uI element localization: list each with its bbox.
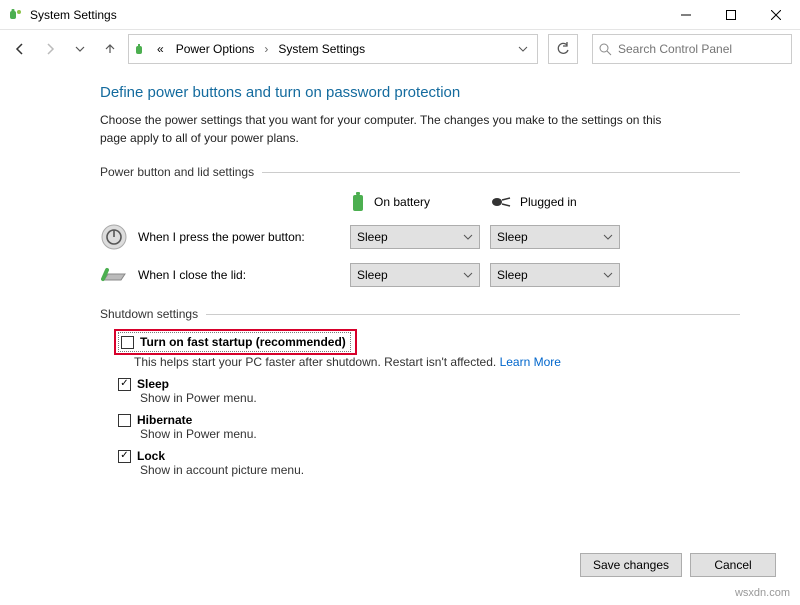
fast-startup-highlight: Turn on fast startup (recommended) <box>114 329 357 355</box>
section-power-lid: Power button and lid settings <box>100 165 740 179</box>
save-changes-button[interactable]: Save changes <box>580 553 682 577</box>
app-icon <box>8 7 24 23</box>
sleep-label: Sleep <box>137 377 169 391</box>
chevron-right-icon: › <box>262 42 270 56</box>
lock-label: Lock <box>137 449 165 463</box>
select-lid-battery[interactable]: Sleep <box>350 263 480 287</box>
fast-startup-label: Turn on fast startup (recommended) <box>140 335 346 349</box>
maximize-button[interactable] <box>708 0 753 30</box>
select-lid-plugged[interactable]: Sleep <box>490 263 620 287</box>
select-power-button-battery[interactable]: Sleep <box>350 225 480 249</box>
lid-icon <box>100 261 128 289</box>
minimize-button[interactable] <box>663 0 708 30</box>
refresh-button[interactable] <box>548 34 578 64</box>
recent-locations-dropdown[interactable] <box>68 37 92 61</box>
row-power-button-label: When I press the power button: <box>138 230 305 244</box>
section-power-lid-label: Power button and lid settings <box>100 165 254 179</box>
nav-row: « Power Options › System Settings <box>0 30 800 68</box>
chevron-down-icon <box>463 232 473 242</box>
power-plan-icon <box>133 41 149 57</box>
footer-buttons: Save changes Cancel <box>580 553 776 577</box>
column-headers: On battery Plugged in <box>100 191 740 213</box>
breadcrumb-system-settings[interactable]: System Settings <box>274 42 369 56</box>
hibernate-label: Hibernate <box>137 413 192 427</box>
chevron-down-icon <box>603 232 613 242</box>
cancel-button[interactable]: Cancel <box>690 553 776 577</box>
search-input[interactable] <box>618 42 785 56</box>
chevron-down-icon <box>603 270 613 280</box>
search-icon <box>599 43 612 56</box>
address-bar[interactable]: « Power Options › System Settings <box>128 34 538 64</box>
chevron-down-icon <box>463 270 473 280</box>
learn-more-link[interactable]: Learn More <box>500 355 561 369</box>
col-battery-label: On battery <box>374 195 430 209</box>
section-shutdown: Shutdown settings <box>100 307 740 321</box>
fast-startup-desc: This helps start your PC faster after sh… <box>134 355 500 369</box>
page-intro: Choose the power settings that you want … <box>100 111 680 147</box>
forward-button[interactable] <box>38 37 62 61</box>
back-button[interactable] <box>8 37 32 61</box>
title-bar: System Settings <box>0 0 800 30</box>
hibernate-desc: Show in Power menu. <box>140 427 740 441</box>
sleep-desc: Show in Power menu. <box>140 391 740 405</box>
breadcrumb-prefix: « <box>153 42 168 56</box>
checkbox-lock[interactable] <box>118 450 131 463</box>
col-plugged-label: Plugged in <box>520 195 577 209</box>
row-power-button: When I press the power button: Sleep Sle… <box>100 223 740 251</box>
select-power-button-plugged[interactable]: Sleep <box>490 225 620 249</box>
section-shutdown-label: Shutdown settings <box>100 307 198 321</box>
search-box[interactable] <box>592 34 792 64</box>
watermark: wsxdn.com <box>735 587 790 599</box>
row-close-lid: When I close the lid: Sleep Sleep <box>100 261 740 289</box>
window-title: System Settings <box>30 8 663 22</box>
content-area: Define power buttons and turn on passwor… <box>0 68 800 477</box>
close-button[interactable] <box>753 0 798 30</box>
address-dropdown[interactable] <box>513 44 533 54</box>
power-button-icon <box>100 223 128 251</box>
row-close-lid-label: When I close the lid: <box>138 268 246 282</box>
plug-icon <box>490 195 512 209</box>
breadcrumb-power-options[interactable]: Power Options <box>172 42 259 56</box>
checkbox-hibernate[interactable] <box>118 414 131 427</box>
checkbox-sleep[interactable] <box>118 378 131 391</box>
lock-desc: Show in account picture menu. <box>140 463 740 477</box>
battery-icon <box>350 191 366 213</box>
up-button[interactable] <box>98 37 122 61</box>
page-heading: Define power buttons and turn on passwor… <box>100 84 740 101</box>
checkbox-fast-startup[interactable] <box>121 336 134 349</box>
